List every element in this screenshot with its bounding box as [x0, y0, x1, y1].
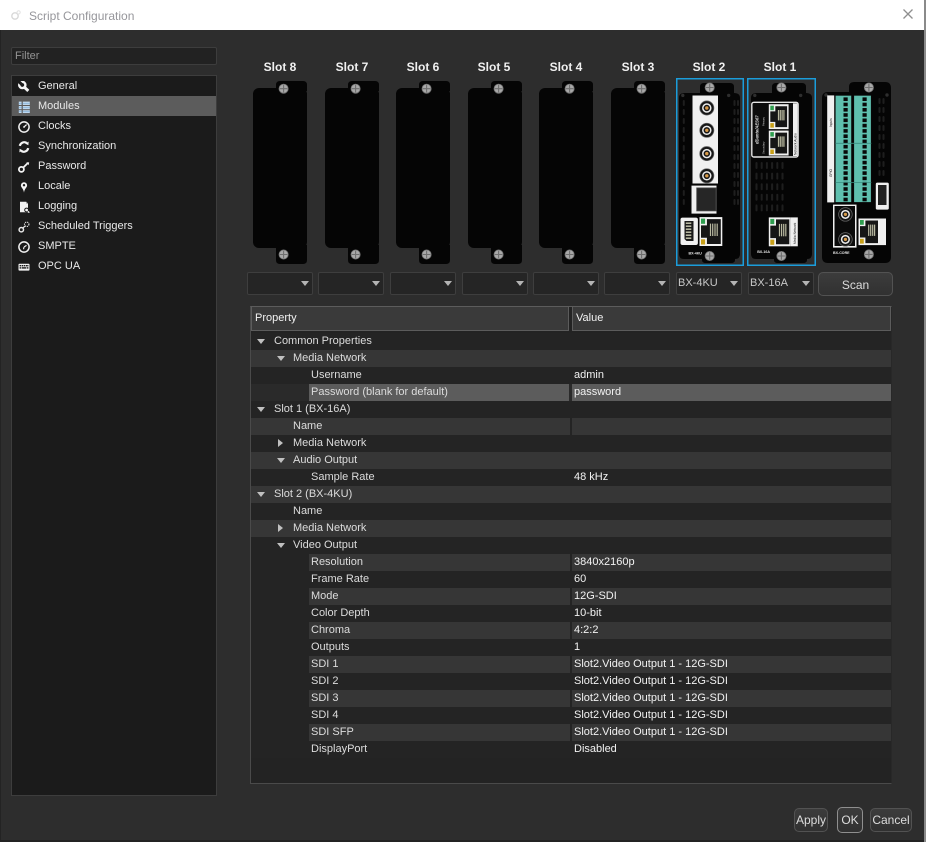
svg-text:GPIO: GPIO	[829, 169, 833, 177]
svg-text:Secondary: Secondary	[762, 141, 766, 154]
svg-text:Primary: Primary	[762, 116, 766, 126]
svg-text:Inputs: Inputs	[829, 118, 833, 127]
svg-text:BX-CORE: BX-CORE	[833, 251, 850, 255]
svg-text:Media Network: Media Network	[793, 222, 797, 244]
svg-text:BX-16A: BX-16A	[757, 250, 770, 254]
svg-text:Network Audio: Network Audio	[793, 133, 797, 155]
svg-text:BX-4KU: BX-4KU	[689, 252, 703, 256]
svg-text:dDante/AES67: dDante/AES67	[755, 115, 760, 144]
